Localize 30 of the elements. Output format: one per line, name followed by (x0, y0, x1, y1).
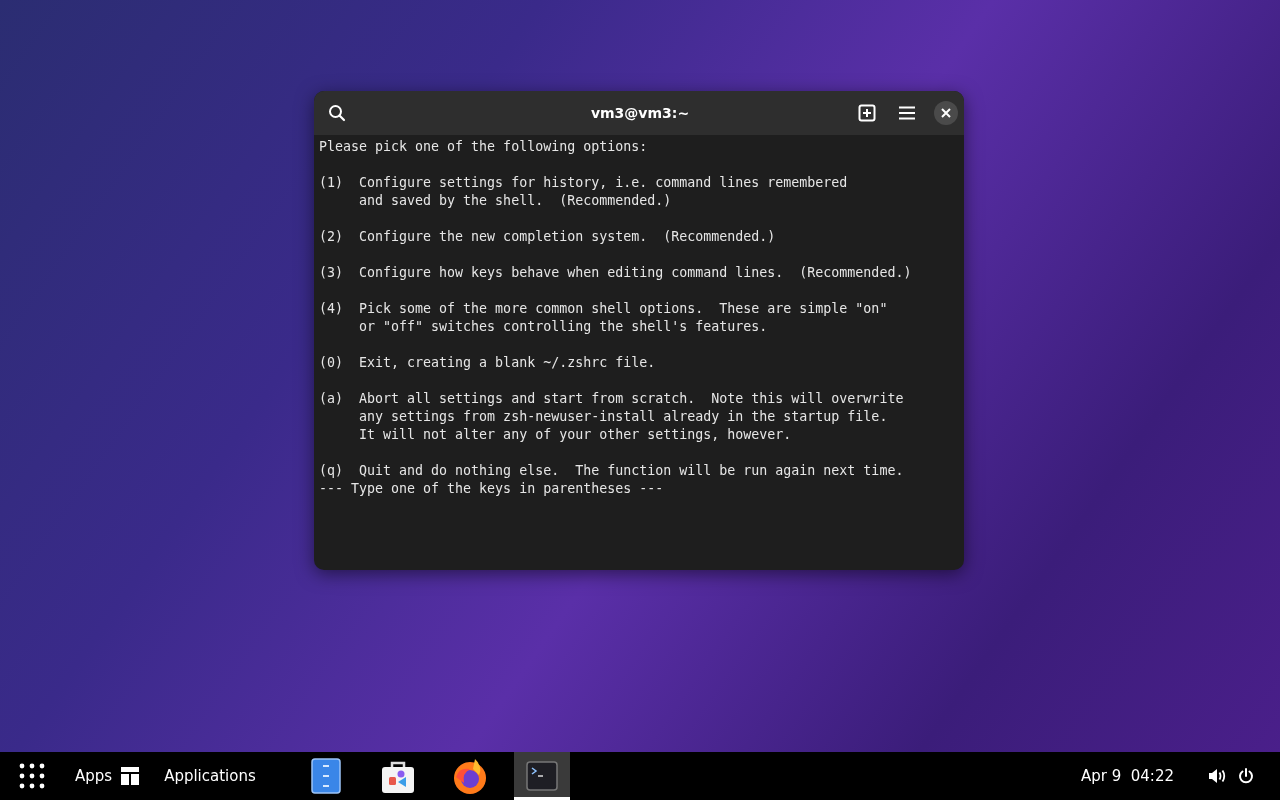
search-icon (328, 104, 346, 122)
plus-square-icon (858, 104, 876, 122)
terminal-line: It will not alter any of your other settings, however. (358, 426, 793, 444)
close-icon (941, 108, 951, 118)
volume-icon[interactable] (1208, 768, 1226, 784)
terminal-line: or "off" switches controlling the shell's features. (358, 318, 769, 336)
apps-menu-button[interactable]: Apps (75, 766, 141, 786)
file-cabinet-icon (310, 758, 341, 794)
clock[interactable]: Apr 9 04:22 (1080, 767, 1174, 785)
terminal-line: any settings from zsh-newuser-install already in the startup file. (358, 408, 889, 426)
terminal-line: and saved by the shell. (Recommended.) (358, 192, 673, 210)
window-title: vm3@vm3:~ (590, 105, 690, 121)
menu-icon (899, 106, 915, 120)
terminal-line: (4) Pick some of the more common shell options. These are simple "on" (319, 300, 889, 318)
applications-menu-button[interactable]: Applications (164, 766, 256, 786)
terminal-line: (3) Configure how keys behave when editing command lines. (Recommended.) (319, 264, 913, 282)
dock-app-button[interactable] (513, 752, 570, 800)
app-grid-button[interactable] (19, 763, 45, 789)
terminal-line: (1) Configure settings for history, i.e. command lines remembered (319, 174, 849, 192)
terminal-line: (2) Configure the new completion system. (Recommended.) (319, 228, 777, 246)
terminal-line: (0) Exit, creating a blank ~/.zshrc file. (319, 354, 657, 372)
terminal-line: Please pick one of the following options: (319, 138, 649, 156)
terminal-line: --- Type one of the keys in parentheses --- (319, 480, 665, 498)
terminal-line: (q) Quit and do nothing else. The function will be run again next time. (319, 462, 905, 480)
close-button[interactable] (934, 101, 958, 125)
dots-grid-icon (19, 763, 45, 789)
layout-icon (120, 766, 141, 786)
terminal-line: (a) Abort all settings and start from scratch. Note this will overwrite (319, 390, 905, 408)
power-icon[interactable] (1238, 768, 1254, 784)
terminal-icon (525, 761, 558, 791)
